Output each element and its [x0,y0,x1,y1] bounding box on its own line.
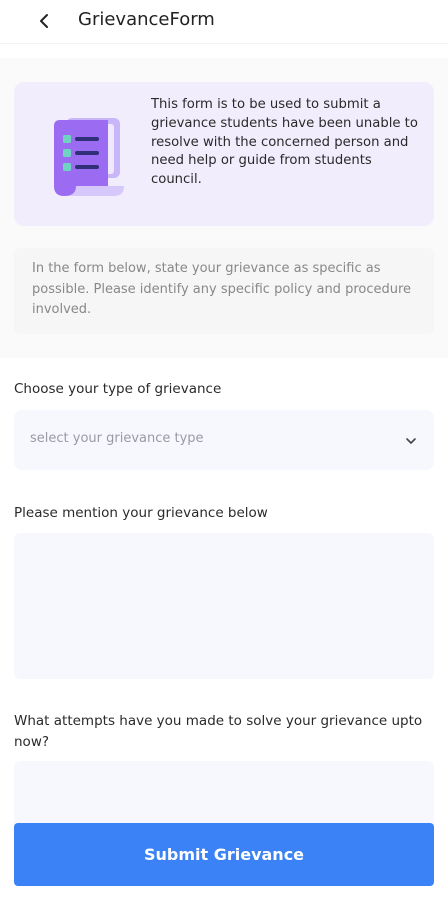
grievance-details-textarea[interactable] [14,533,434,679]
back-button[interactable] [32,8,56,34]
page-title: GrievanceForm [78,9,215,30]
grievance-type-label: Choose your type of grievance [14,381,222,397]
header: GrievanceForm [0,0,448,44]
grievance-form-page: GrievanceForm This form is to be used to… [0,0,448,900]
instruction-text: In the form below, state your grievance … [32,261,412,317]
attempts-textarea[interactable] [14,761,434,831]
chevron-down-icon [406,438,416,444]
document-checklist-icon [54,118,124,196]
submit-grievance-button[interactable]: Submit Grievance [14,823,434,886]
back-arrow-icon [40,14,48,28]
instruction-note: In the form below, state your grievance … [14,248,434,334]
grievance-details-label: Please mention your grievance below [14,505,268,521]
info-card: This form is to be used to submit a grie… [14,82,434,226]
attempts-label: What attempts have you made to solve you… [14,713,423,750]
info-text: This form is to be used to submit a grie… [151,97,418,188]
grievance-type-select[interactable]: select your grievance type [14,410,434,470]
grievance-type-placeholder: select your grievance type [30,431,204,446]
